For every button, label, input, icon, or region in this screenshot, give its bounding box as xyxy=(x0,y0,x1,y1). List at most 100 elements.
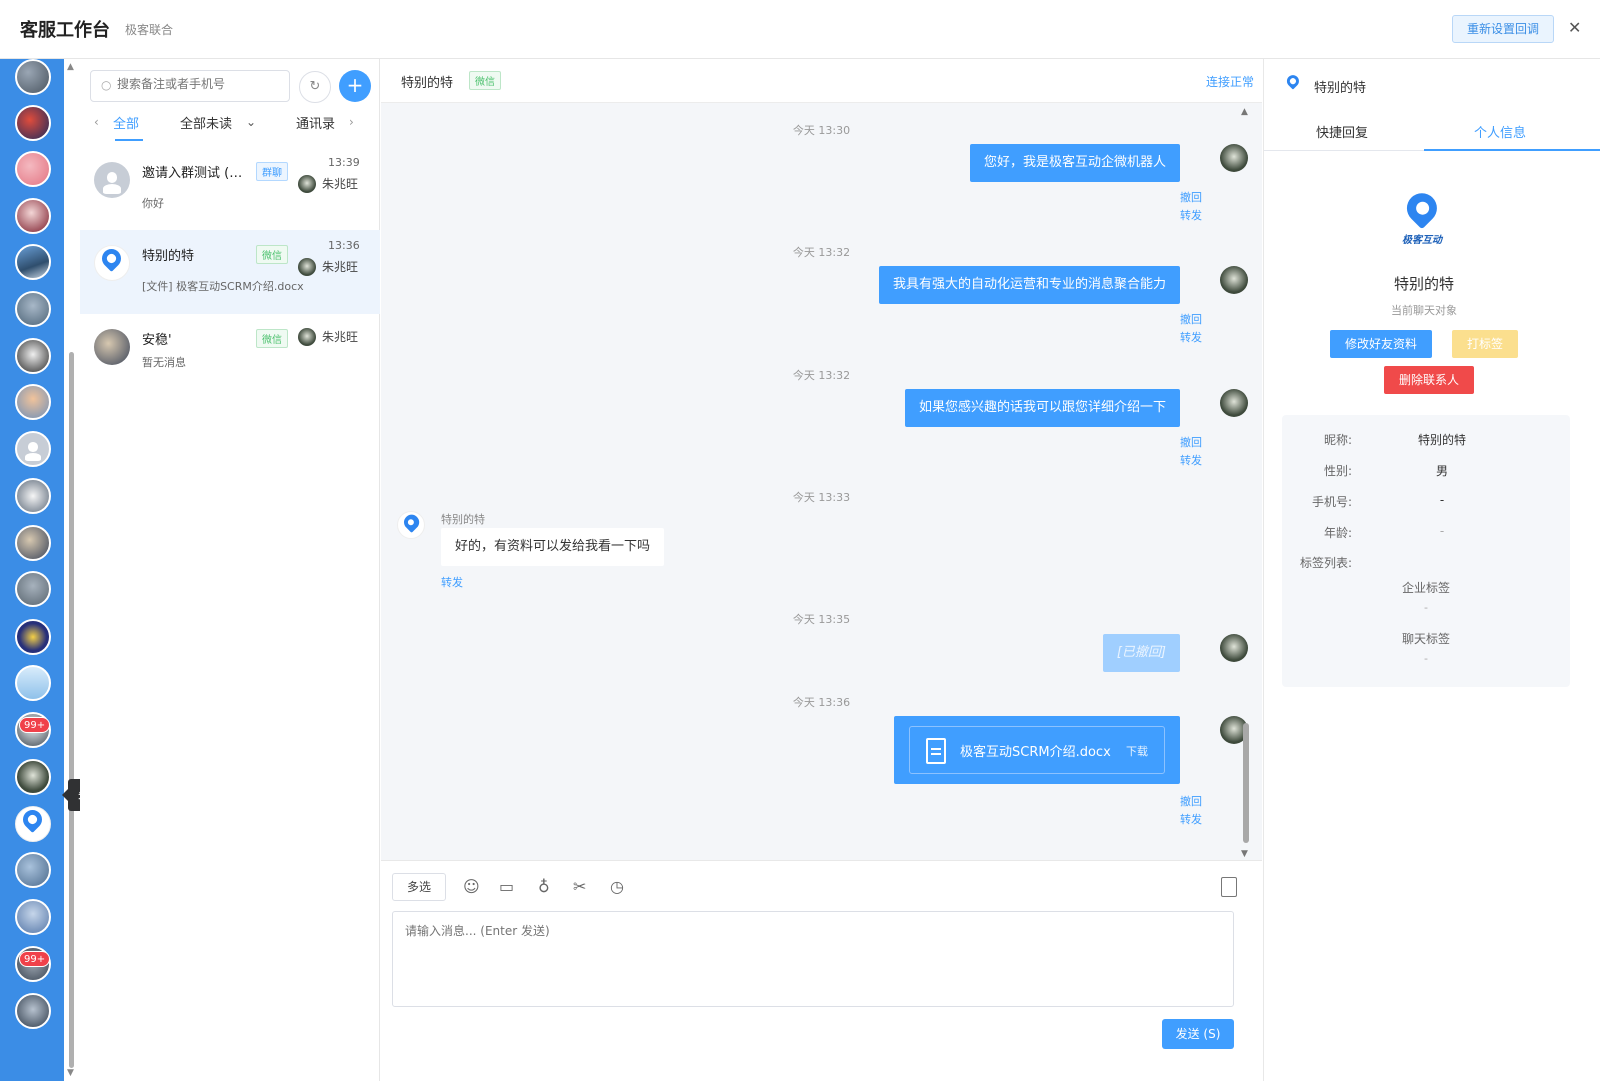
multi-select-button[interactable]: 多选 xyxy=(392,873,446,901)
contact-header-name: 特别的特 xyxy=(1314,81,1367,96)
search-box[interactable]: ○ xyxy=(90,70,290,102)
scissors-icon[interactable]: ✂ xyxy=(573,877,586,896)
account-avatar[interactable] xyxy=(15,291,51,327)
conversation-time: 13:39 xyxy=(328,156,360,169)
message-input[interactable] xyxy=(392,911,1234,1007)
account-avatar[interactable] xyxy=(15,198,51,234)
document-icon xyxy=(926,738,946,764)
account-avatar[interactable] xyxy=(15,571,51,607)
message-time: 今天 13:32 xyxy=(792,246,851,259)
tabs-next-icon[interactable]: › xyxy=(349,115,354,129)
forward-link[interactable]: 转发 xyxy=(1180,207,1202,223)
owner-avatar xyxy=(298,258,316,276)
wechat-tag: 微信 xyxy=(469,71,501,90)
outgoing-message[interactable]: 我具有强大的自动化运营和专业的消息聚合能力 xyxy=(878,266,1180,304)
logo-text: 极客互动 xyxy=(1402,235,1442,246)
agent-avatar xyxy=(1220,266,1248,294)
conversation-tabs: ‹ 全部 全部未读 ⌄ 通讯录 › xyxy=(80,111,380,141)
outgoing-message[interactable]: 如果您感兴趣的话我可以跟您详细介绍一下 xyxy=(904,389,1180,427)
tab-unread[interactable]: 全部未读 xyxy=(180,113,232,132)
incoming-message[interactable]: 好的，有资料可以发给我看一下吗 xyxy=(441,528,665,566)
account-avatar[interactable] xyxy=(15,59,51,95)
file-card[interactable]: 极客互动SCRM介绍.docx 下载 xyxy=(909,726,1165,774)
account-avatar[interactable] xyxy=(15,806,51,842)
refresh-button[interactable]: ↻ xyxy=(299,71,331,103)
account-avatar[interactable] xyxy=(15,665,51,701)
contact-info-panel: 特别的特 快捷回复 个人信息 极客互动 特别的特 当前聊天对象 修改好友资料 打… xyxy=(1263,59,1600,1081)
conversation-preview: [文件] 极客互动SCRM介绍.docx xyxy=(142,280,304,293)
forward-link[interactable]: 转发 xyxy=(1180,811,1202,827)
edit-friend-button[interactable]: 修改好友资料 xyxy=(1330,330,1432,358)
account-avatar[interactable] xyxy=(15,151,51,187)
tabs-prev-icon[interactable]: ‹ xyxy=(94,115,99,129)
tab-quick-reply[interactable]: 快捷回复 xyxy=(1316,122,1368,141)
account-avatar[interactable] xyxy=(15,852,51,888)
account-avatar[interactable] xyxy=(15,384,51,420)
chat-scrollbar-thumb[interactable] xyxy=(1243,723,1249,843)
chat-area: 特别的特 微信 连接正常 今天 13:30 您好，我是极客互动企微机器人 撤回 … xyxy=(381,59,1262,1081)
add-button[interactable]: + xyxy=(339,70,371,102)
search-input[interactable] xyxy=(117,77,285,91)
add-tag-button[interactable]: 打标签 xyxy=(1452,330,1518,358)
account-avatar[interactable] xyxy=(15,244,51,280)
emoji-icon[interactable]: ☺ xyxy=(463,877,480,896)
download-link[interactable]: 下载 xyxy=(1126,743,1148,759)
quick-reply-icon[interactable]: ◷ xyxy=(610,877,624,896)
top-bar: 客服工作台 极客联合 重新设置回调 ✕ xyxy=(0,0,1600,59)
enterprise-tags-heading: 企业标签 xyxy=(1401,581,1450,595)
message-time: 今天 13:36 xyxy=(792,696,851,709)
account-avatar[interactable] xyxy=(15,338,51,374)
scroll-up-icon[interactable]: ▲ xyxy=(1241,107,1248,117)
chat-title: 特别的特 xyxy=(401,76,454,91)
conversation-item[interactable]: 安稳' 微信 朱兆旺 暂无消息 xyxy=(80,314,380,398)
wechat-tag: 微信 xyxy=(256,245,288,264)
brand-logo-icon xyxy=(19,806,47,834)
refresh-icon: ↻ xyxy=(309,79,321,94)
conversation-item[interactable]: 邀请入群测试 (… 群聊 13:39 朱兆旺 你好 xyxy=(80,147,380,231)
recalled-message: [已撤回] xyxy=(1102,634,1180,672)
brand-logo-icon xyxy=(1284,72,1302,91)
contact-logo: 极客互动 xyxy=(1391,186,1453,251)
recall-link[interactable]: 撤回 xyxy=(1180,434,1202,450)
conversation-item-selected[interactable]: 特别的特 微信 13:36 朱兆旺 [文件] 极客互动SCRM介绍.docx xyxy=(80,230,380,314)
account-avatar[interactable] xyxy=(15,105,51,141)
unread-badge: 99+ xyxy=(19,717,51,733)
account-avatar-selected[interactable] xyxy=(15,759,51,795)
conversation-name: 邀请入群测试 (… xyxy=(142,166,243,181)
account-avatar[interactable] xyxy=(15,431,51,467)
close-icon[interactable]: ✕ xyxy=(1568,18,1581,37)
agent-avatar xyxy=(1220,389,1248,417)
send-button[interactable]: 发送 (S) xyxy=(1162,1019,1234,1049)
forward-link[interactable]: 转发 xyxy=(1180,329,1202,345)
tab-all[interactable]: 全部 xyxy=(113,113,139,132)
side-panel-toggle-icon[interactable] xyxy=(1221,877,1237,897)
file-message[interactable]: 极客互动SCRM介绍.docx 下载 xyxy=(894,716,1180,784)
field-label: 标签列表: xyxy=(1299,556,1352,570)
scroll-up-icon[interactable]: ▲ xyxy=(67,62,74,72)
group-chat-tag: 群聊 xyxy=(256,162,288,181)
recall-link[interactable]: 撤回 xyxy=(1180,793,1202,809)
account-avatar[interactable] xyxy=(15,478,51,514)
outgoing-message[interactable]: 您好，我是极客互动企微机器人 xyxy=(969,144,1180,182)
tab-contacts[interactable]: 通讯录 xyxy=(296,113,335,132)
account-avatar[interactable] xyxy=(15,525,51,561)
recall-link[interactable]: 撤回 xyxy=(1180,189,1202,205)
recall-link[interactable]: 撤回 xyxy=(1180,311,1202,327)
reset-callback-button[interactable]: 重新设置回调 xyxy=(1452,15,1554,43)
account-avatar[interactable] xyxy=(15,619,51,655)
scroll-down-icon[interactable]: ▼ xyxy=(67,1068,74,1078)
folder-icon[interactable]: ▭ xyxy=(499,877,514,896)
forward-link[interactable]: 转发 xyxy=(1180,452,1202,468)
delete-contact-button[interactable]: 删除联系人 xyxy=(1384,366,1474,394)
tab-personal-info[interactable]: 个人信息 xyxy=(1474,122,1526,141)
field-label: 性别: xyxy=(1323,464,1352,478)
forward-link[interactable]: 转发 xyxy=(441,574,463,590)
app-subtitle: 极客联合 xyxy=(125,23,174,37)
rail-scrollbar-thumb[interactable] xyxy=(69,352,74,1068)
contact-name: 特别的特 xyxy=(1393,275,1454,293)
account-avatar[interactable] xyxy=(15,899,51,935)
scroll-down-icon[interactable]: ▼ xyxy=(1241,849,1248,859)
chevron-down-icon[interactable]: ⌄ xyxy=(246,115,256,129)
microphone-icon[interactable]: ♁ xyxy=(538,877,550,896)
account-avatar[interactable] xyxy=(15,993,51,1029)
